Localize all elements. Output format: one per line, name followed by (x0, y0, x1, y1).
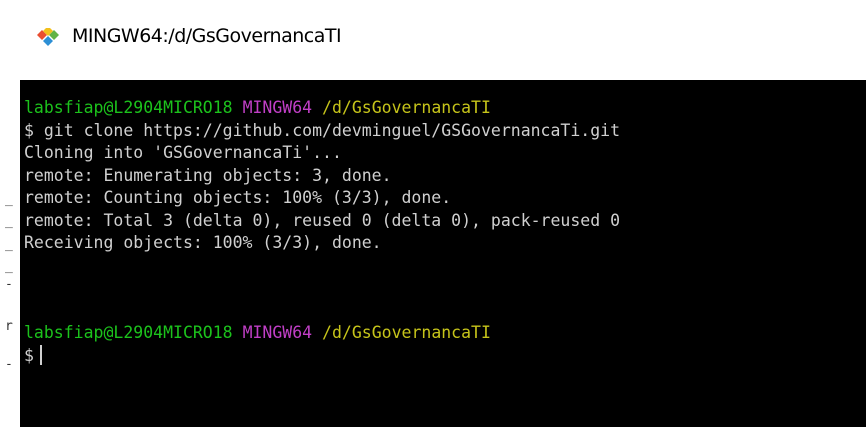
git-diamond-icon (35, 26, 61, 48)
prompt-user-host: labsfiap@L2904MICRO18 (24, 323, 233, 342)
background-window-glyph: r (5, 319, 13, 334)
input-line[interactable]: $ (24, 345, 42, 367)
background-window-glyph: _ (5, 259, 13, 274)
output-line: remote: Counting objects: 100% (3/3), do… (24, 188, 452, 207)
background-window-glyph: - (5, 277, 13, 292)
window-title: MINGW64:/d/GsGovernancaTI (72, 25, 342, 47)
terminal-output[interactable]: labsfiap@L2904MICRO18 MINGW64 /d/GsGover… (20, 80, 866, 427)
background-window-edge: _ _ _ _ - r - (0, 0, 20, 427)
prompt-shell: MINGW64 (242, 98, 313, 117)
text-cursor (39, 345, 42, 365)
prompt-user-host: labsfiap@L2904MICRO18 (24, 98, 233, 117)
prompt-path: /d/GsGovernancaTI (322, 323, 491, 342)
background-window-glyph: - (5, 357, 13, 372)
command-line: $ git clone https://github.com/devmingue… (24, 121, 621, 140)
prompt-line: labsfiap@L2904MICRO18 MINGW64 /d/GsGover… (24, 322, 491, 344)
prompt-shell: MINGW64 (242, 323, 313, 342)
background-window-glyph: _ (5, 192, 13, 207)
prompt-path: /d/GsGovernancaTI (322, 98, 491, 117)
output-line: remote: Enumerating objects: 3, done. (24, 166, 392, 185)
output-line: Receiving objects: 100% (3/3), done. (24, 233, 382, 252)
output-line: remote: Total 3 (delta 0), reused 0 (del… (24, 211, 621, 230)
terminal-window[interactable]: MINGW64:/d/GsGovernancaTI labsfiap@L2904… (20, 0, 866, 427)
input-prompt-symbol: $ (24, 346, 34, 365)
output-line: Cloning into 'GSGovernancaTi'... (24, 143, 342, 162)
screen: _ _ _ _ - r - MINGW64:/d/GsGovernancaTI … (0, 0, 866, 427)
background-window-glyph: _ (5, 214, 13, 229)
prompt-line: labsfiap@L2904MICRO18 MINGW64 /d/GsGover… (24, 97, 491, 119)
title-bar[interactable]: MINGW64:/d/GsGovernancaTI (20, 0, 866, 80)
background-window-glyph: _ (5, 237, 13, 252)
